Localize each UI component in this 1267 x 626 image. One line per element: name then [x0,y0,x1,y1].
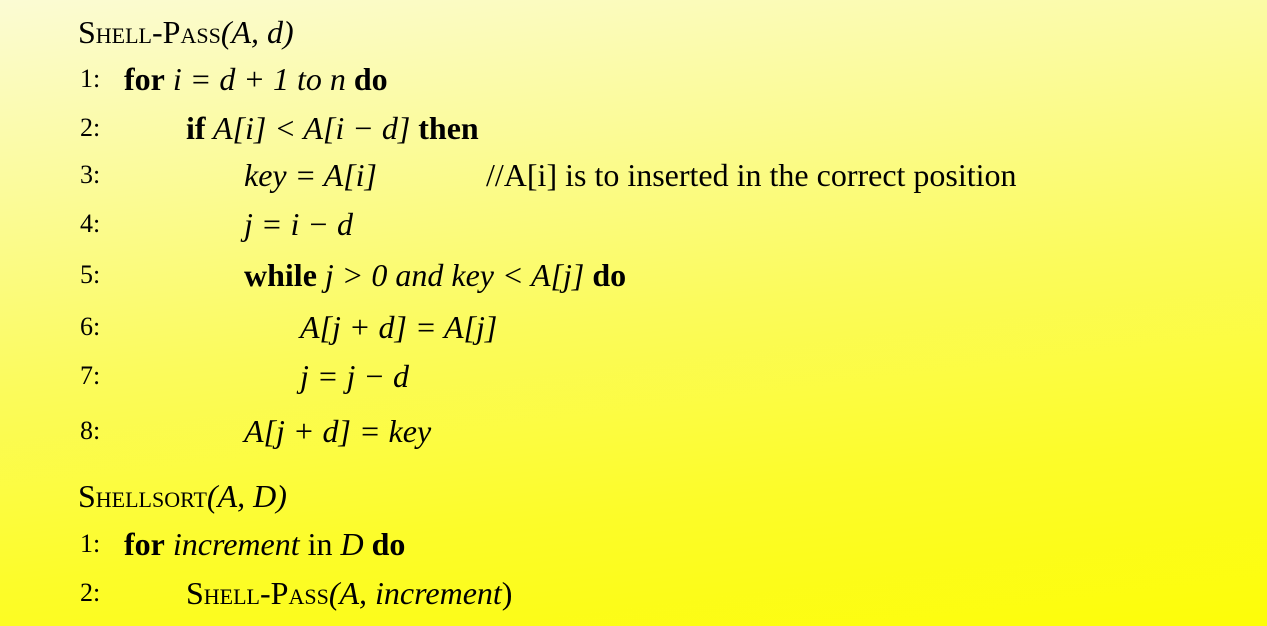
shellsort-title: Shellsort [78,478,207,514]
keyword-while: while [244,257,317,293]
keyword-do: do [353,61,388,97]
keyword-then: then [418,110,479,146]
shellsort-header: Shellsort(A, D) [78,474,287,518]
call-args: ) [501,575,513,611]
shell-pass-title: Shell-Pass [78,14,221,50]
line-number: 1: [80,64,101,93]
call-args: (A, [328,575,376,611]
line-number: 6: [80,312,101,341]
shellsort-args: (A, D) [206,478,287,514]
keyword-if: if [186,110,206,146]
code-text: A[i] < A[i − d] [205,110,419,146]
line-number: 2: [80,578,101,607]
line-number: 4: [80,209,101,238]
code-text: j = i − d [244,206,353,242]
shell-pass-args: (A, d) [220,14,294,50]
shell-pass-header: Shell-Pass(A, d) [78,10,294,54]
code-text: i = d + 1 to n [164,61,354,97]
code-text: A[j + d] = A[j] [300,309,498,345]
line-code: while j > 0 and key < A[j] do [244,253,626,297]
keyword-do: do [592,257,627,293]
call-args: increment [375,575,502,611]
code-text: key < A[j] [451,257,593,293]
code-text: in [299,526,341,562]
line-number: 7: [80,361,101,390]
line-code: if A[i] < A[i − d] then [186,106,479,150]
code-text: j > 0 and [316,257,452,293]
line-number: 2: [80,113,101,142]
line-code: Shell-Pass(A, increment) [186,571,512,615]
code-comment: //A[i] is to inserted in the correct pos… [486,157,1017,193]
line-number: 3: [80,160,101,189]
line-number: 5: [80,260,101,289]
line-number: 1: [80,529,101,558]
code-text: j = j − d [300,358,409,394]
line-code: for increment in D do [124,522,405,566]
line-number: 8: [80,416,101,445]
code-text: D [340,526,372,562]
keyword-do: do [371,526,406,562]
code-text: key = A[i] [244,157,377,193]
keyword-for: for [124,526,165,562]
slide: Shell-Pass(A, d) 1: for i = d + 1 to n d… [0,0,1267,626]
code-text: increment [164,526,300,562]
line-code: for i = d + 1 to n do [124,57,388,101]
call-name: Shell-Pass [186,575,329,611]
keyword-for: for [124,61,165,97]
code-text: A[j + d] = key [244,413,432,449]
